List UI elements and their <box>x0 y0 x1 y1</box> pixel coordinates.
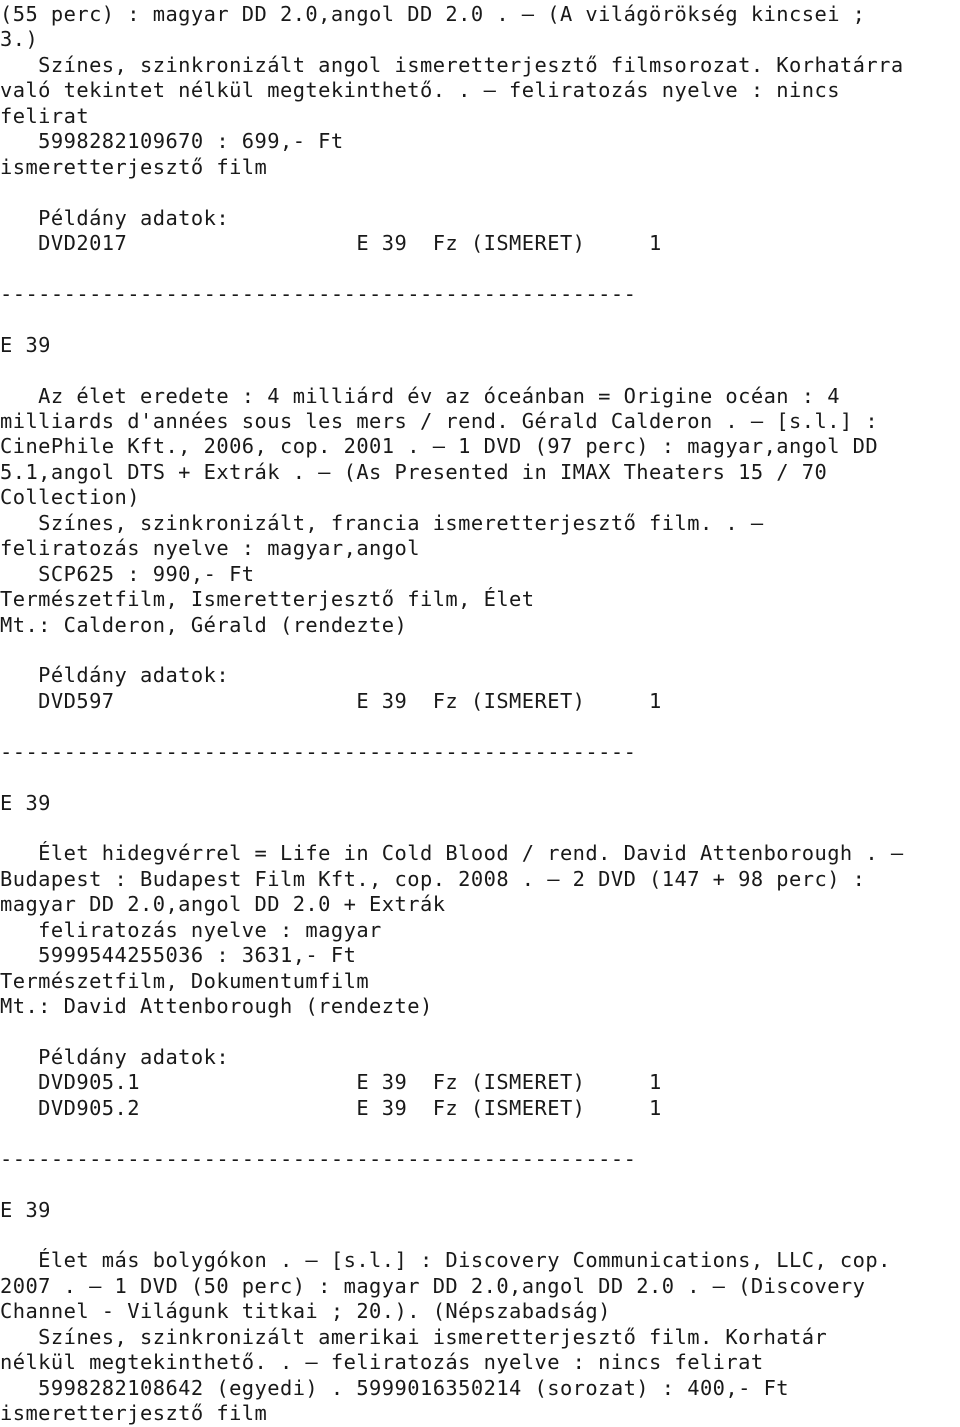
text-line: DVD905.2 E 39 Fz (ISMERET) 1 <box>0 1095 662 1120</box>
text-line: nélkül megtekinthető. . — feliratozás ny… <box>0 1350 764 1375</box>
text-line: ismeretterjesztő film <box>0 1401 268 1426</box>
text-line: milliards d'années sous les mers / rend.… <box>0 409 879 433</box>
text-line: DVD597 E 39 Fz (ISMERET) 1 <box>0 688 662 713</box>
text-line: Természetfilm, Dokumentumfilm <box>0 968 370 993</box>
text-line: Színes, szinkronizált amerikai ismerette… <box>0 1324 828 1349</box>
text-line: feliratozás nyelve : magyar,angol <box>0 536 420 561</box>
text-line: Channel - Világunk titkai ; 20.). (Népsz… <box>0 1299 611 1324</box>
text-line: Mt.: David Attenborough (rendezte) <box>0 994 433 1019</box>
text-line: SCP625 : 990,- Ft <box>0 561 255 586</box>
text-line: Színes, szinkronizált angol ismeretterje… <box>0 52 904 77</box>
text-line: E 39 <box>0 1197 51 1222</box>
text-line: 5999544255036 : 3631,- Ft <box>0 943 357 968</box>
text-line: Természetfilm, Ismeretterjesztő film, Él… <box>0 587 535 612</box>
text-line: ismeretterjesztő film <box>0 154 268 179</box>
text-line: való tekintet nélkül megtekinthető. . — … <box>0 78 840 103</box>
text-line: Élet hidegvérrel = Life in Cold Blood / … <box>0 841 904 866</box>
text-line: Budapest : Budapest Film Kft., cop. 2008… <box>0 866 866 891</box>
text-line: (55 perc) : magyar DD 2.0,angol DD 2.0 .… <box>0 2 866 26</box>
record-separator: ----------------------------------------… <box>0 281 637 306</box>
text-line: 5998282109670 : 699,- Ft <box>0 129 344 154</box>
text-line: 2007 . — 1 DVD (50 perc) : magyar DD 2.0… <box>0 1273 866 1298</box>
text-line: Mt.: Calderon, Gérald (rendezte) <box>0 612 408 637</box>
text-line: CinePhile Kft., 2006, cop. 2001 . — 1 DV… <box>0 434 879 459</box>
text-line: 5.1,angol DTS + Extrák . — (As Presented… <box>0 459 828 484</box>
text-line: Collection) <box>0 485 140 510</box>
text-line: 3.) <box>0 27 39 52</box>
text-line: Példány adatok: <box>0 1044 230 1069</box>
text-line: DVD2017 E 39 Fz (ISMERET) 1 <box>0 230 662 255</box>
text-line: Példány adatok: <box>0 205 230 230</box>
text-line: feliratozás nyelve : magyar <box>0 917 382 942</box>
text-line: E 39 <box>0 790 51 815</box>
text-line: Példány adatok: <box>0 663 230 688</box>
text-line: Élet más bolygókon . — [s.l.] : Discover… <box>0 1248 891 1273</box>
catalog-text-body: (55 perc) : magyar DD 2.0,angol DD 2.0 .… <box>0 0 960 1427</box>
text-line: DVD905.1 E 39 Fz (ISMERET) 1 <box>0 1070 662 1095</box>
text-line: Színes, szinkronizált, francia ismerette… <box>0 510 764 535</box>
record-separator: ----------------------------------------… <box>0 1146 637 1171</box>
text-line: felirat <box>0 103 90 128</box>
document-page: (55 perc) : magyar DD 2.0,angol DD 2.0 .… <box>0 0 960 1427</box>
text-line: Az élet eredete : 4 milliárd év az óceán… <box>0 383 840 408</box>
text-line: E 39 <box>0 332 51 357</box>
record-separator: ----------------------------------------… <box>0 739 637 764</box>
text-line: 5998282108642 (egyedi) . 5999016350214 (… <box>0 1375 790 1400</box>
text-line: magyar DD 2.0,angol DD 2.0 + Extrák <box>0 892 446 917</box>
